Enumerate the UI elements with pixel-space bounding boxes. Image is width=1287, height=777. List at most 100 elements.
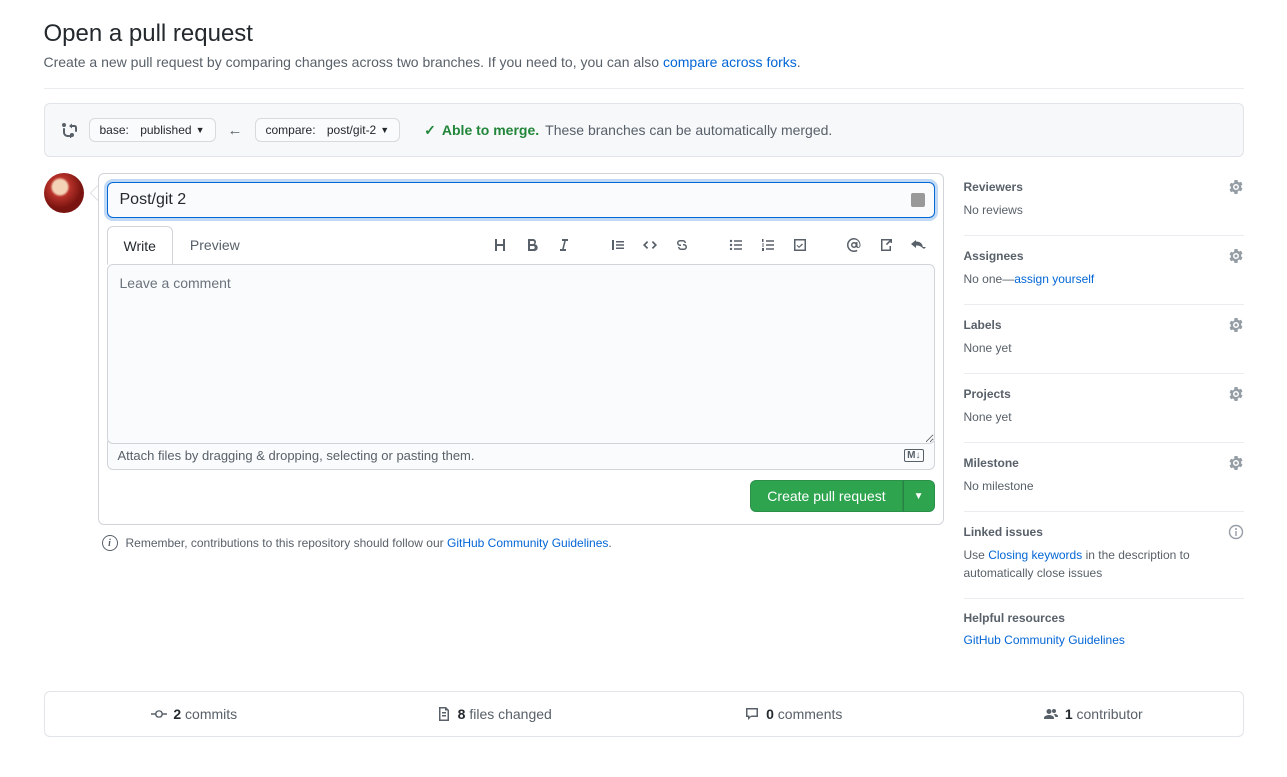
info-icon[interactable] [1228,524,1244,540]
projects-content: None yet [964,408,1244,426]
compare-forks-link[interactable]: compare across forks [663,54,797,70]
markdown-icon[interactable]: M↓ [904,449,923,462]
compare-value: post/git-2 [327,123,376,137]
sidebar-projects: Projects None yet [964,374,1244,443]
milestone-content: No milestone [964,477,1244,495]
italic-icon[interactable] [555,236,573,254]
people-icon [1043,706,1059,722]
stats-row: 2 commits 8 files changed 0 comments 1 c… [44,691,1244,737]
sidebar-reviewers: Reviewers No reviews [964,173,1244,236]
resources-title: Helpful resources [964,611,1065,625]
assign-yourself-link[interactable]: assign yourself [1014,272,1094,286]
resources-link[interactable]: GitHub Community Guidelines [964,633,1125,647]
reviewers-content: No reviews [964,201,1244,219]
assignees-title: Assignees [964,249,1024,263]
numbered-list-icon[interactable] [759,236,777,254]
reminder-text: Remember, contributions to this reposito… [126,536,448,550]
info-icon: i [102,535,118,551]
contribution-reminder: i Remember, contributions to this reposi… [98,535,944,551]
speech-arrow [90,185,98,201]
sidebar-assignees: Assignees No one—assign yourself [964,236,1244,305]
stat-files[interactable]: 8 files changed [344,692,644,736]
sidebar-linked-issues: Linked issues Use Closing keywords in th… [964,512,1244,599]
assignees-content: No one—assign yourself [964,270,1244,288]
sidebar-labels: Labels None yet [964,305,1244,374]
pr-title-input[interactable] [107,182,935,218]
stat-comments[interactable]: 0 comments [644,692,944,736]
merge-note-text: These branches can be automatically merg… [545,122,832,138]
markdown-toolbar [491,236,935,254]
desc-text: Create a new pull request by comparing c… [44,54,663,70]
reviewers-title: Reviewers [964,180,1023,194]
projects-title: Projects [964,387,1011,401]
contrib-label: contributor [1077,706,1143,722]
reminder-post: . [608,536,611,550]
comment-icon [744,706,760,722]
clipboard-icon [911,193,925,207]
git-compare-icon [61,122,77,138]
file-diff-icon [436,706,452,722]
stat-contributors[interactable]: 1 contributor [943,692,1243,736]
base-branch-selector[interactable]: base: published ▼ [89,118,216,142]
cross-reference-icon[interactable] [877,236,895,254]
labels-title: Labels [964,318,1002,332]
sidebar-resources: Helpful resources GitHub Community Guide… [964,599,1244,665]
bold-icon[interactable] [523,236,541,254]
closing-keywords-link[interactable]: Closing keywords [988,548,1082,562]
sidebar-milestone: Milestone No milestone [964,443,1244,512]
comment-textarea[interactable] [107,264,935,444]
quote-icon[interactable] [609,236,627,254]
page-title: Open a pull request [44,20,1244,48]
mention-icon[interactable] [845,236,863,254]
gear-icon[interactable] [1228,179,1244,195]
arrow-left-icon: ← [228,122,243,139]
desc-text-post: . [797,54,801,70]
editor-card: Write Preview [98,173,944,525]
assignees-pre: No one— [964,272,1015,286]
commits-label: commits [185,706,237,722]
gear-icon[interactable] [1228,386,1244,402]
divider [44,88,1244,89]
files-label: files changed [469,706,552,722]
comments-label: comments [778,706,843,722]
merge-able-text: Able to merge. [442,122,539,138]
compare-label: compare: [266,123,316,137]
bullet-list-icon[interactable] [727,236,745,254]
tasklist-icon[interactable] [791,236,809,254]
check-icon: ✓ [424,122,436,139]
page-description: Create a new pull request by comparing c… [44,54,1244,70]
comments-count: 0 [766,706,774,722]
stat-commits[interactable]: 2 commits [45,692,345,736]
compare-box: base: published ▼ ← compare: post/git-2 … [44,103,1244,157]
attach-hint-row[interactable]: Attach files by dragging & dropping, sel… [107,441,935,470]
code-icon[interactable] [641,236,659,254]
community-guidelines-link[interactable]: GitHub Community Guidelines [447,536,608,550]
tab-write[interactable]: Write [107,226,173,265]
gear-icon[interactable] [1228,248,1244,264]
heading-icon[interactable] [491,236,509,254]
commits-count: 2 [173,706,181,722]
caret-down-icon: ▼ [196,125,205,135]
create-pr-dropdown[interactable]: ▼ [903,480,935,512]
contrib-count: 1 [1065,706,1073,722]
create-pr-button[interactable]: Create pull request [750,480,902,512]
resources-content: GitHub Community Guidelines [964,631,1244,649]
reply-icon[interactable] [909,236,927,254]
linked-content: Use Closing keywords in the description … [964,546,1244,582]
commit-icon [151,706,167,722]
base-label: base: [100,123,129,137]
merge-status: ✓ Able to merge. These branches can be a… [424,122,832,139]
avatar[interactable] [44,173,84,213]
compare-branch-selector[interactable]: compare: post/git-2 ▼ [255,118,401,142]
caret-down-icon: ▼ [380,125,389,135]
linked-pre: Use [964,548,989,562]
gear-icon[interactable] [1228,455,1244,471]
base-value: published [140,123,191,137]
linked-title: Linked issues [964,525,1043,539]
gear-icon[interactable] [1228,317,1244,333]
attach-hint-text: Attach files by dragging & dropping, sel… [118,448,475,463]
files-count: 8 [458,706,466,722]
tab-preview[interactable]: Preview [173,226,257,264]
labels-content: None yet [964,339,1244,357]
link-icon[interactable] [673,236,691,254]
